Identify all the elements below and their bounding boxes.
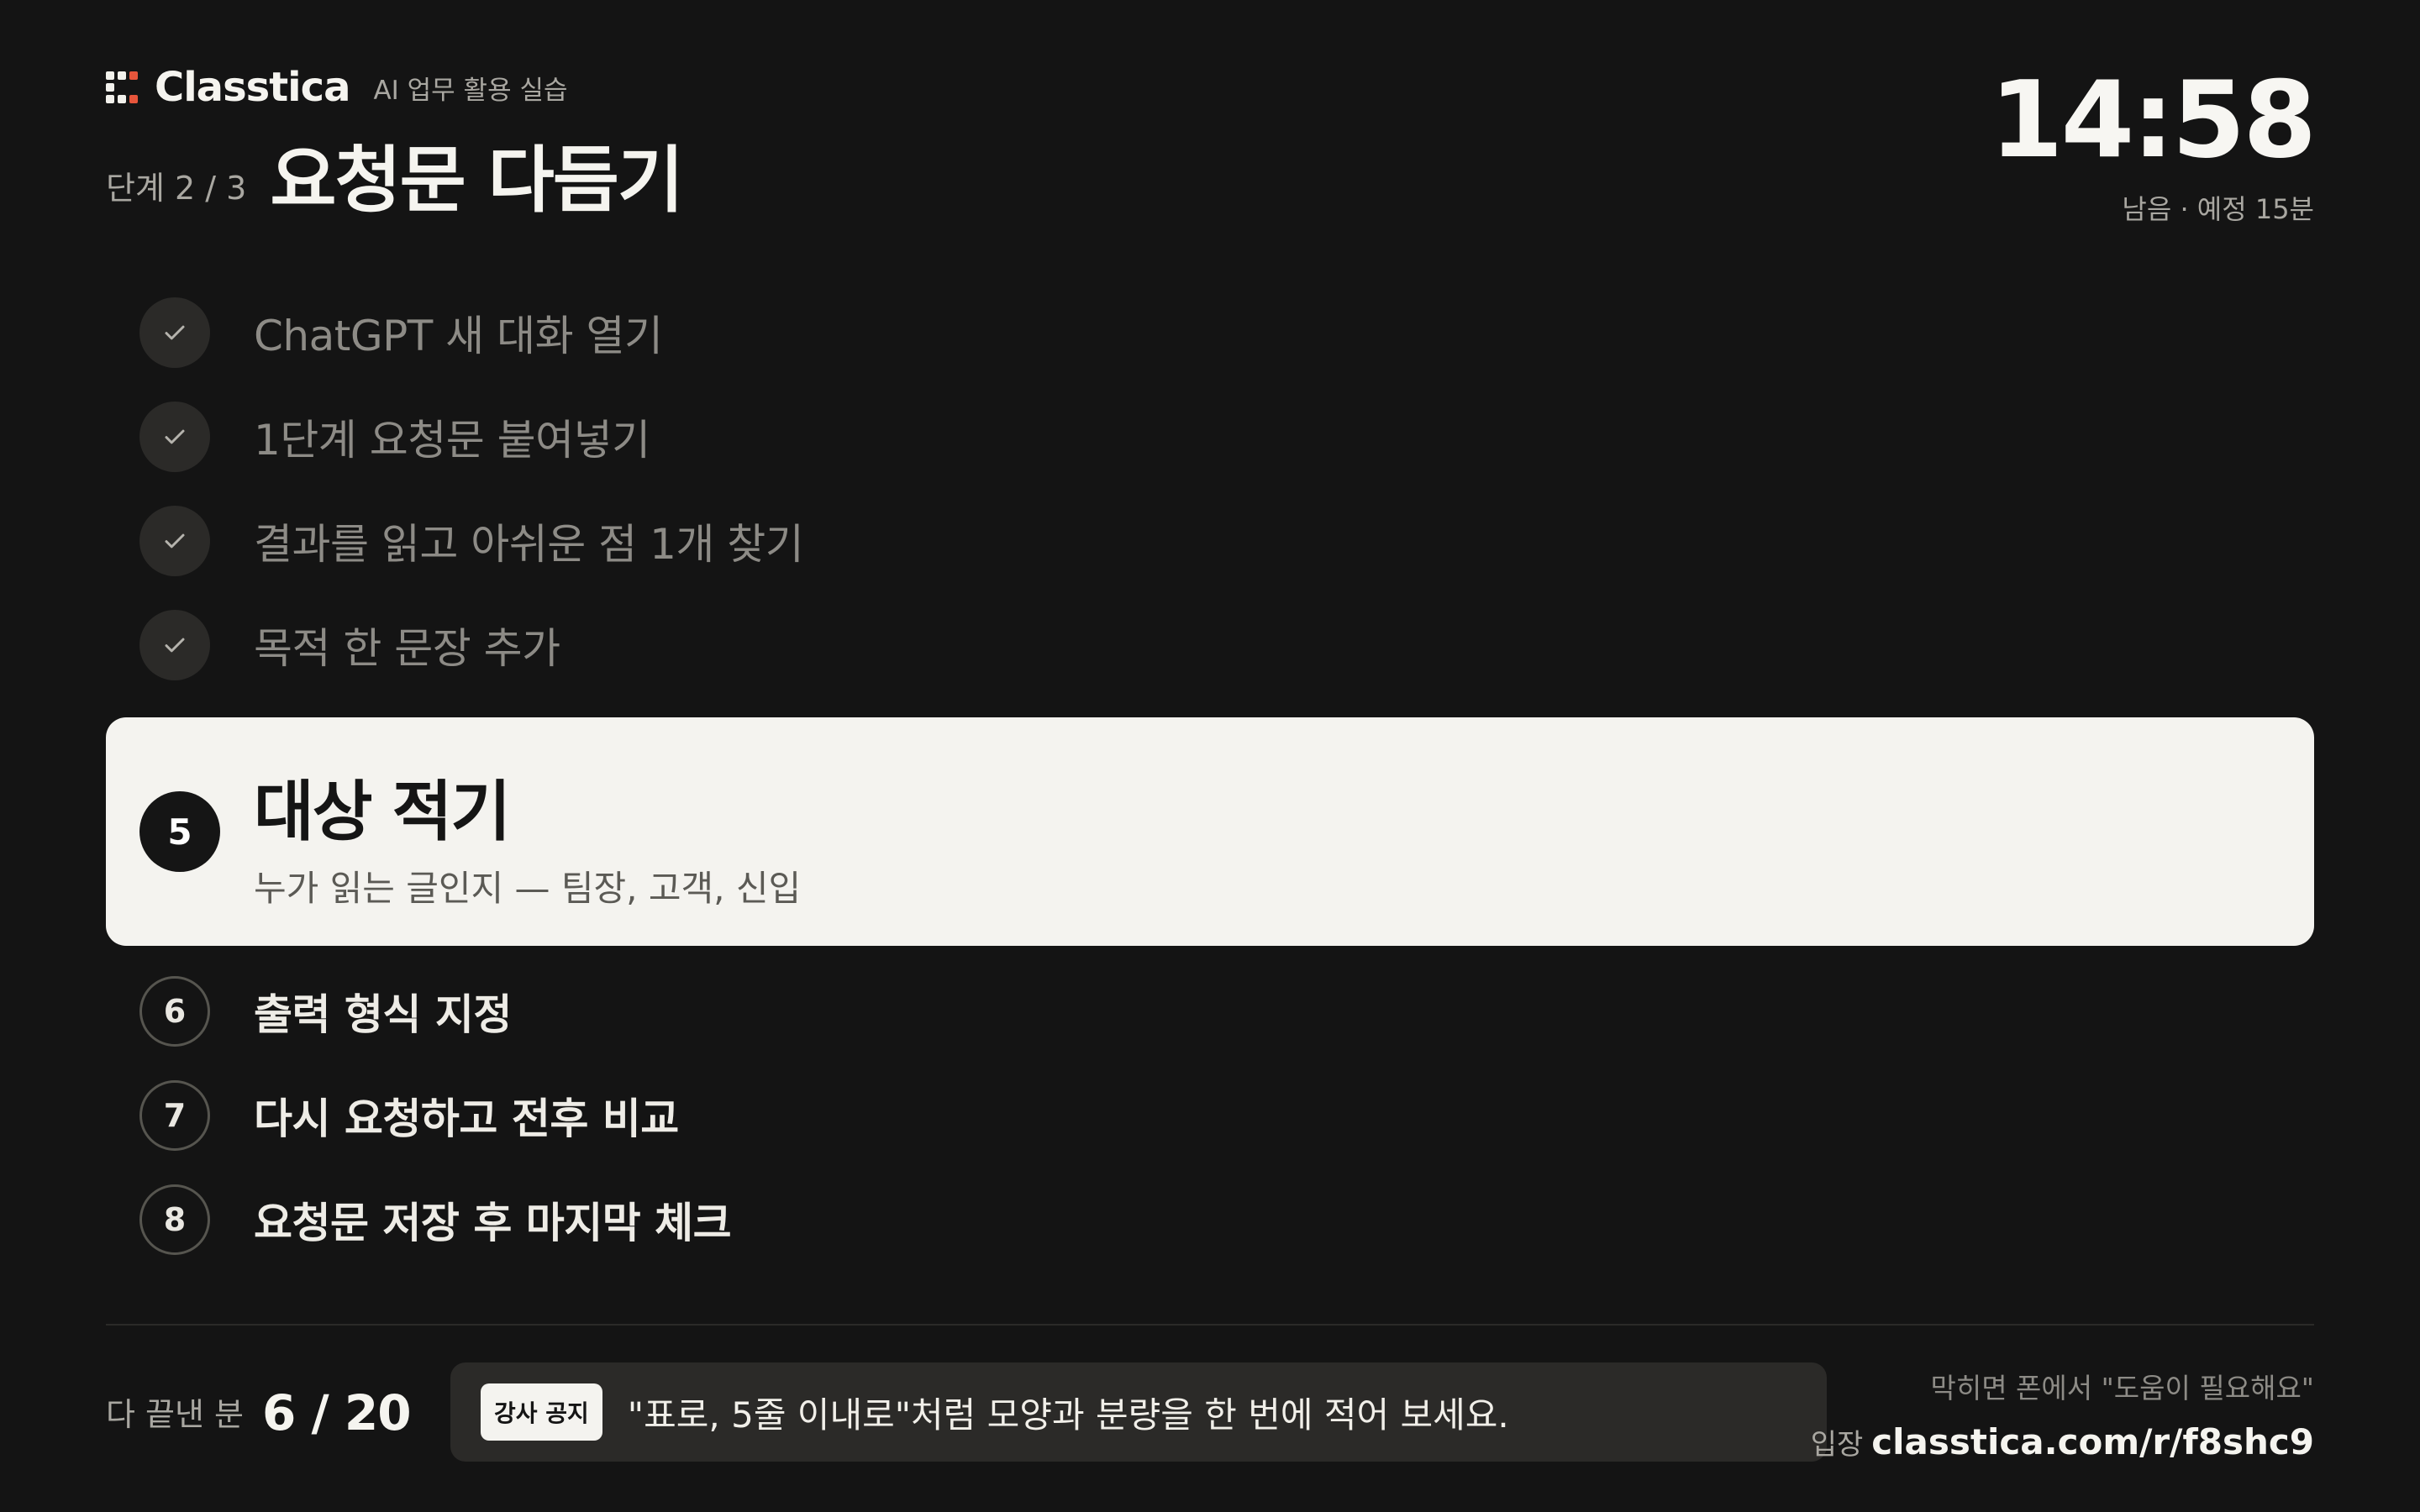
step-item-done: 결과를 읽고 아쉬운 점 1개 찾기 xyxy=(106,489,2314,593)
step-label: 출력 형식 지정 xyxy=(254,990,512,1039)
check-icon xyxy=(139,610,210,680)
step-list: ChatGPT 새 대화 열기 1단계 요청문 붙여넣기 결과를 읽고 아쉬운 … xyxy=(106,281,2314,1272)
step-number-badge: 6 xyxy=(139,976,210,1047)
check-icon xyxy=(139,297,210,368)
step-label: ChatGPT 새 대화 열기 xyxy=(254,312,663,360)
brand: Classtica AI 업무 활용 실습 xyxy=(106,62,567,113)
notice-badge: 강사 공지 xyxy=(481,1383,602,1441)
step-item-upcoming: 6 출력 형식 지정 xyxy=(106,959,2314,1063)
brand-name: Classtica xyxy=(155,64,350,111)
help-text: 막히면 폰에서 "도움이 필요해요" xyxy=(1930,1372,2314,1404)
countdown-timer: 14:58 남음 · 예정 15분 xyxy=(1989,58,2317,227)
step-number-badge: 5 xyxy=(139,791,220,872)
step-item-done: 목적 한 문장 추가 xyxy=(106,593,2314,697)
notice-text: "표로, 5줄 이내로"처럼 모양과 분량을 한 번에 적어 보세요. xyxy=(627,1394,1509,1436)
step-number-badge: 7 xyxy=(139,1080,210,1151)
session-screen: Classtica AI 업무 활용 실습 단계 2 / 3 요청문 다듬기 1… xyxy=(0,0,2420,1512)
step-item-done: 1단계 요청문 붙여넣기 xyxy=(106,385,2314,489)
help-info: 막히면 폰에서 "도움이 필요해요" 입장 classtica.com/r/f8s… xyxy=(1811,1366,2314,1462)
step-label: 요청문 저장 후 마지막 체크 xyxy=(254,1199,732,1247)
check-icon xyxy=(139,402,210,472)
step-item-upcoming: 7 다시 요청하고 전후 비교 xyxy=(106,1063,2314,1168)
classtica-logo-icon xyxy=(106,71,138,103)
current-step-card: 5 대상 적기 누가 읽는 글인지 — 팀장, 고객, 신입 xyxy=(106,717,2314,946)
footer-divider xyxy=(106,1324,2314,1326)
progress-value: 6 / 20 xyxy=(262,1384,412,1441)
step-label: 다시 요청하고 전후 비교 xyxy=(254,1095,679,1143)
current-step-title: 대상 적기 xyxy=(254,774,511,850)
step-label: 결과를 읽고 아쉬운 점 1개 찾기 xyxy=(254,520,804,569)
current-step-description: 누가 읽는 글인지 — 팀장, 고객, 신입 xyxy=(254,868,802,909)
step-item-upcoming: 8 요청문 저장 후 마지막 체크 xyxy=(106,1168,2314,1272)
step-label: 1단계 요청문 붙여넣기 xyxy=(254,416,650,465)
timer-caption: 남음 · 예정 15분 xyxy=(2122,193,2314,225)
entry-url-link[interactable]: classtica.com/r/f8shc9 xyxy=(1871,1421,2314,1462)
stage-heading: 단계 2 / 3 요청문 다듬기 xyxy=(106,133,684,223)
timer-value: 14:58 xyxy=(1989,58,2317,181)
progress-label: 다 끝낸 분 xyxy=(106,1396,244,1433)
page-title: 요청문 다듬기 xyxy=(270,139,684,223)
step-label: 목적 한 문장 추가 xyxy=(254,624,560,673)
step-item-done: ChatGPT 새 대화 열기 xyxy=(106,281,2314,385)
entry-label: 입장 xyxy=(1810,1428,1864,1462)
course-subtitle: AI 업무 활용 실습 xyxy=(373,75,568,106)
stage-counter: 단계 2 / 3 xyxy=(106,170,247,207)
entry-info: 입장 classtica.com/r/f8shc9 xyxy=(1811,1421,2314,1462)
step-number-badge: 8 xyxy=(139,1184,210,1255)
instructor-notice: 강사 공지 "표로, 5줄 이내로"처럼 모양과 분량을 한 번에 적어 보세요… xyxy=(450,1362,1827,1462)
check-icon xyxy=(139,506,210,576)
completion-progress: 다 끝낸 분 6 / 20 xyxy=(106,1384,412,1441)
